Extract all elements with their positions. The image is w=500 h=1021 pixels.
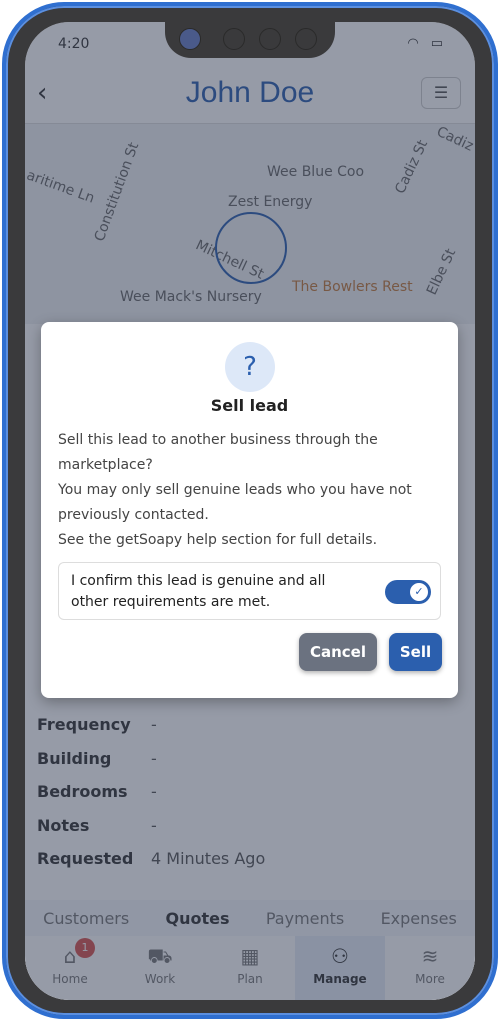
question-icon: ?: [225, 342, 275, 392]
dialog-title: Sell lead: [210, 396, 289, 415]
check-icon: ✓: [408, 581, 430, 603]
camera-icon: [179, 28, 201, 50]
cancel-button[interactable]: Cancel: [299, 633, 377, 671]
dialog-text: Sell this lead to another business throu…: [58, 432, 412, 548]
sell-button[interactable]: Sell: [389, 633, 442, 671]
sell-lead-dialog: ? Sell lead Sell this lead to another bu…: [41, 322, 458, 698]
confirm-label: I confirm this lead is genuine and all o…: [71, 573, 326, 610]
sensor: [223, 28, 245, 50]
confirm-toggle[interactable]: ✓: [385, 580, 431, 604]
sensor: [259, 28, 281, 50]
notch: [165, 22, 335, 58]
sensor: [295, 28, 317, 50]
confirm-box: I confirm this lead is genuine and all o…: [58, 562, 441, 620]
